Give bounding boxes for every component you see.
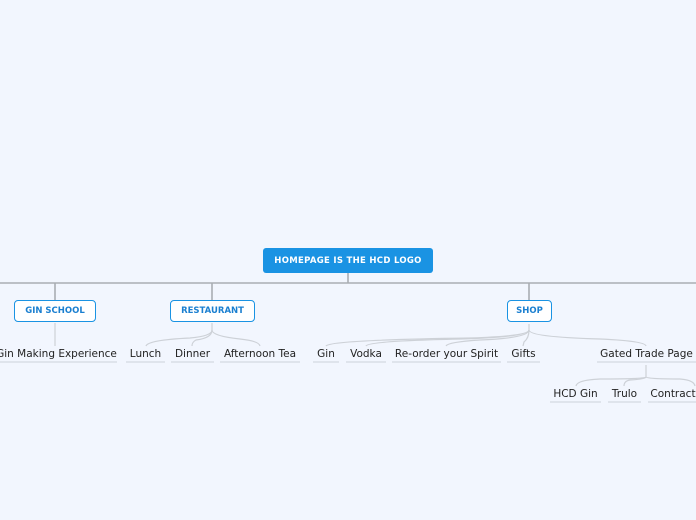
node-lunch[interactable]: Lunch (126, 347, 165, 363)
node-gated-trade-page[interactable]: Gated Trade Page (597, 347, 696, 363)
node-afternoon-tea[interactable]: Afternoon Tea (220, 347, 300, 363)
node-restaurant[interactable]: RESTAURANT (170, 300, 255, 322)
node-trulo[interactable]: Trulo (608, 387, 641, 403)
node-shop[interactable]: SHOP (507, 300, 552, 322)
node-contract[interactable]: Contract (648, 387, 696, 403)
node-reorder-your-spirit[interactable]: Re-order your Spirit (392, 347, 501, 363)
node-gin-making-experience[interactable]: Gin Making Experience (0, 347, 117, 363)
node-gin[interactable]: Gin (313, 347, 339, 363)
root-node[interactable]: HOMEPAGE IS THE HCD LOGO (263, 248, 433, 273)
node-dinner[interactable]: Dinner (171, 347, 214, 363)
node-hcd-gin[interactable]: HCD Gin (550, 387, 601, 403)
node-vodka[interactable]: Vodka (346, 347, 386, 363)
node-gin-school[interactable]: GIN SCHOOL (14, 300, 96, 322)
node-gifts[interactable]: Gifts (507, 347, 540, 363)
